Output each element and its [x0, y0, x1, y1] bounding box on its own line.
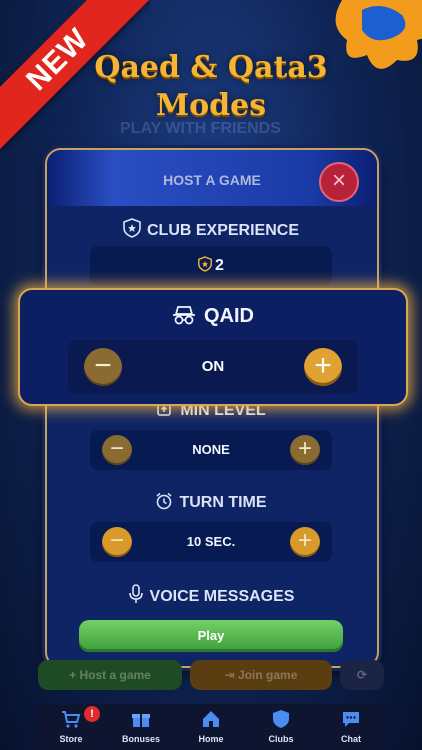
- plus-icon: +: [297, 435, 312, 462]
- background-friends-title: PLAY WITH FRIENDS: [120, 120, 281, 137]
- voice-messages-label: VOICE MESSAGES: [0, 584, 422, 606]
- shield-star-icon: [198, 256, 212, 272]
- plus-icon: +: [297, 527, 312, 554]
- tab-clubs-label: Clubs: [268, 734, 294, 744]
- background-refresh-button[interactable]: ⟳: [340, 660, 384, 690]
- close-icon: ×: [331, 167, 346, 194]
- promo-headline-line1: Qaed & Qata3: [94, 50, 328, 85]
- tab-clubs[interactable]: Clubs: [246, 704, 316, 750]
- play-button[interactable]: Play: [79, 620, 343, 652]
- turn-time-control: − 10 SEC. +: [90, 522, 332, 562]
- background-host-game-button[interactable]: + Host a game: [38, 660, 182, 690]
- tab-home[interactable]: Home: [176, 704, 246, 750]
- alarm-clock-icon: [156, 492, 172, 510]
- shield-icon: [273, 710, 289, 728]
- tab-home-label: Home: [198, 734, 224, 744]
- tab-bonuses[interactable]: Bonuses: [106, 704, 176, 750]
- club-experience-label: CLUB EXPERIENCE: [0, 218, 422, 240]
- background-join-game-button[interactable]: ⇥ Join game: [190, 660, 332, 690]
- tab-store-label: Store: [59, 734, 83, 744]
- close-button[interactable]: ×: [319, 162, 359, 202]
- min-level-control: − NONE +: [90, 430, 332, 470]
- min-level-increase-button[interactable]: +: [290, 435, 320, 465]
- qaid-label: QAID: [20, 305, 406, 328]
- chat-bubble-icon: [343, 712, 359, 727]
- home-icon: [203, 711, 219, 727]
- tab-bonuses-label: Bonuses: [121, 734, 160, 744]
- bonuses-notification-badge: !: [84, 706, 100, 722]
- enter-icon: ⇥: [224, 668, 239, 682]
- turn-time-increase-button[interactable]: +: [290, 527, 320, 557]
- club-experience-value: 2: [90, 246, 332, 286]
- promo-headline-line2: Modes: [155, 88, 267, 123]
- cart-icon: [62, 711, 81, 728]
- tab-chat-label: Chat: [341, 734, 361, 744]
- refresh-icon: ⟳: [356, 668, 368, 682]
- qaid-increase-button[interactable]: +: [304, 348, 342, 386]
- plus-icon: +: [314, 349, 332, 382]
- incognito-icon: [173, 306, 195, 325]
- qaid-highlight-card: QAID − ON +: [18, 288, 408, 406]
- club-experience-value-box: 2: [90, 246, 332, 286]
- microphone-icon: [128, 584, 143, 603]
- tab-chat[interactable]: Chat: [316, 704, 386, 750]
- plus-icon: +: [69, 668, 80, 682]
- qaid-control: − ON +: [68, 340, 358, 394]
- shield-star-icon: [123, 218, 141, 238]
- turn-time-label: TURN TIME: [0, 492, 422, 512]
- gift-icon: [132, 714, 150, 727]
